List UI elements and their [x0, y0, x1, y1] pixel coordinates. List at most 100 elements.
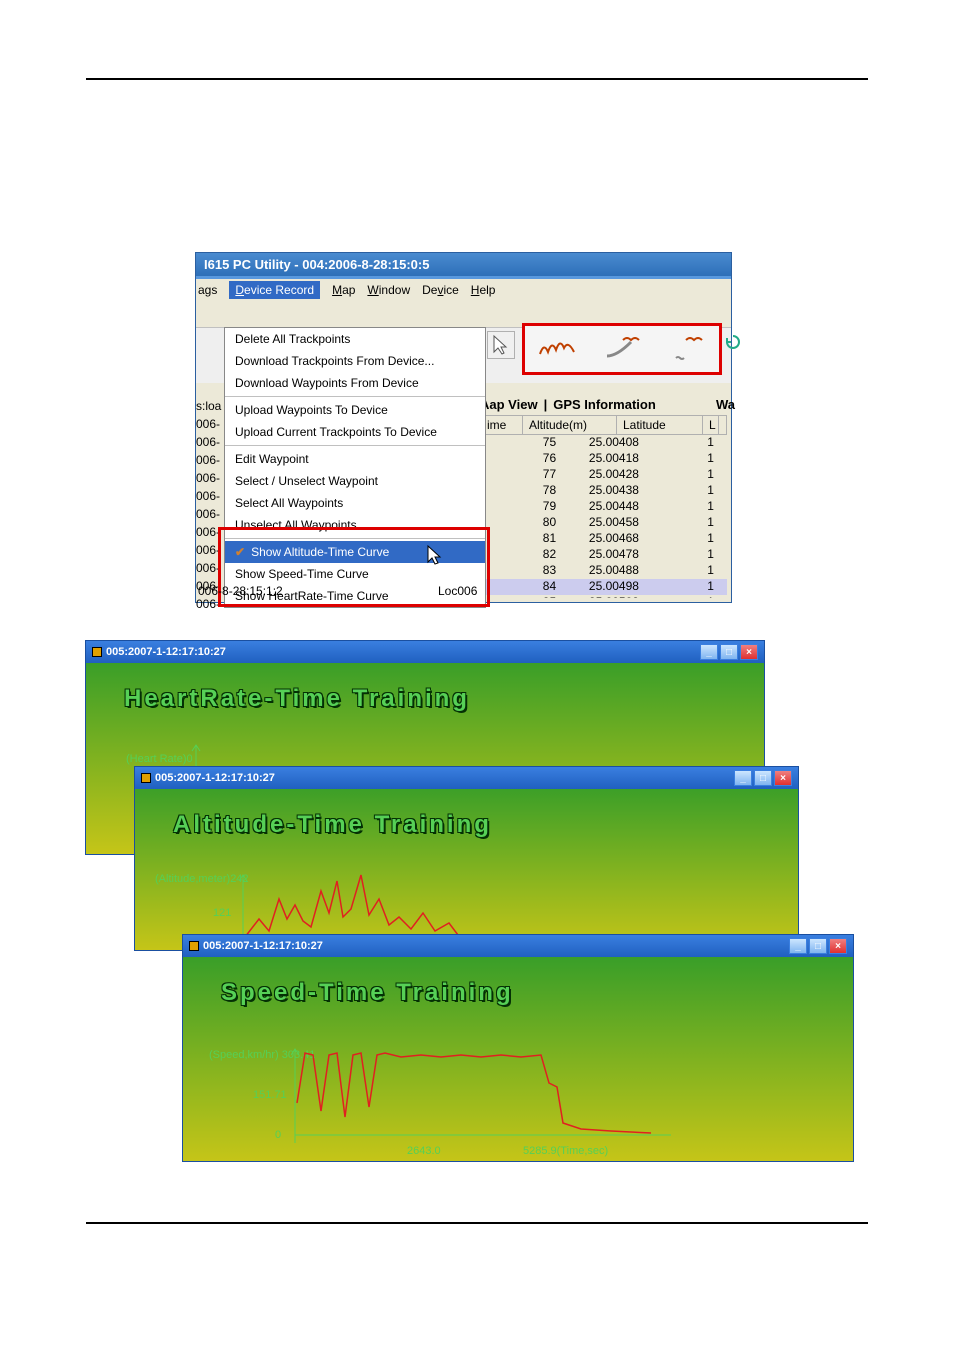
- maximize-button[interactable]: □: [754, 770, 772, 786]
- toolbar-button-pointer[interactable]: [487, 331, 515, 359]
- page-header-rule: [86, 78, 868, 80]
- close-button[interactable]: ×: [829, 938, 847, 954]
- titlebar[interactable]: 005:2007-1-12:17:10:27 _ □ ×: [86, 641, 764, 663]
- menu-delete-all-trackpoints[interactable]: Delete All Trackpoints: [225, 328, 485, 350]
- menu-upload-trackpoints[interactable]: Upload Current Trackpoints To Device: [225, 421, 485, 443]
- sloa-label: s:loa: [196, 397, 226, 415]
- window-title: I615 PC Utility - 004:2006-8-28:15:0:5: [196, 253, 731, 276]
- menu-help[interactable]: Help: [471, 283, 496, 297]
- left-006-item: 006-: [196, 415, 226, 433]
- cell-latitude: 25.00438: [589, 483, 707, 499]
- speed-curve-icon[interactable]: [602, 329, 642, 369]
- menu-separator: [225, 538, 485, 539]
- table-row[interactable]: 7725.004281: [480, 467, 727, 483]
- menu-show-altitude-label: Show Altitude-Time Curve: [251, 545, 389, 559]
- toolbar-curve-buttons: [522, 323, 722, 375]
- toolbar-refresh-icon[interactable]: [724, 333, 742, 351]
- cell-altitude: 76: [480, 451, 589, 467]
- titlebar[interactable]: 005:2007-1-12:17:10:27 _ □ ×: [183, 935, 853, 957]
- left-006-item: 006-: [196, 487, 226, 505]
- cell-altitude: 79: [480, 499, 589, 515]
- col-latitude[interactable]: Latitude: [617, 416, 703, 434]
- cell-l: 1: [707, 515, 727, 531]
- menu-unselect-all-waypoints[interactable]: Unselect All Waypoints: [225, 514, 485, 536]
- cell-l: 1: [707, 579, 727, 595]
- cell-l: 1: [707, 435, 727, 451]
- table-row[interactable]: 7825.004381: [480, 483, 727, 499]
- cell-l: 1: [707, 499, 727, 515]
- table-row[interactable]: 8225.004781: [480, 547, 727, 563]
- close-button[interactable]: ×: [740, 644, 758, 660]
- maximize-button[interactable]: □: [720, 644, 738, 660]
- table-header: ime Altitude(m) Latitude L: [480, 415, 727, 435]
- menu-separator: [225, 396, 485, 397]
- menu-ags[interactable]: ags: [198, 283, 217, 297]
- maximize-button[interactable]: □: [809, 938, 827, 954]
- left-006-item: 006-: [196, 541, 226, 559]
- speed-chart-window: 005:2007-1-12:17:10:27 _ □ × Speed-Time …: [182, 934, 854, 1162]
- left-006-item: 006-: [196, 559, 226, 577]
- table-row[interactable]: 8525.005081: [480, 595, 727, 598]
- minimize-button[interactable]: _: [789, 938, 807, 954]
- table-row[interactable]: 8125.004681: [480, 531, 727, 547]
- tab-wa[interactable]: Wa: [716, 397, 735, 412]
- col-l[interactable]: L: [703, 416, 719, 434]
- left-006-item: 006-: [196, 523, 226, 541]
- left-006-item: 006-: [196, 505, 226, 523]
- titlebar[interactable]: 005:2007-1-12:17:10:27 _ □ ×: [135, 767, 798, 789]
- window-title-label: 005:2007-1-12:17:10:27: [203, 940, 323, 952]
- menu-device[interactable]: Device: [422, 283, 459, 297]
- minimize-button[interactable]: _: [700, 644, 718, 660]
- chart-body: Speed-Time Training (Speed,km/hr) 303.41…: [183, 957, 853, 1161]
- speed-line: [291, 1043, 691, 1153]
- cell-latitude: 25.00508: [589, 595, 707, 598]
- table-row[interactable]: 7525.004081: [480, 435, 727, 451]
- menu-show-speed-curve[interactable]: Show Speed-Time Curve: [225, 563, 485, 585]
- col-altitude[interactable]: Altitude(m): [523, 416, 617, 434]
- cell-l: 1: [707, 467, 727, 483]
- menu-map[interactable]: Map: [332, 283, 355, 297]
- menu-select-unselect-waypoint[interactable]: Select / Unselect Waypoint: [225, 470, 485, 492]
- checkmark-icon: ✔: [235, 545, 245, 559]
- cell-latitude: 25.00478: [589, 547, 707, 563]
- minimize-button[interactable]: _: [734, 770, 752, 786]
- table-row[interactable]: 7625.004181: [480, 451, 727, 467]
- heartrate-curve-icon[interactable]: [667, 329, 707, 369]
- tab-map-view[interactable]: Aap View: [480, 397, 538, 412]
- menu-download-trackpoints[interactable]: Download Trackpoints From Device...: [225, 350, 485, 372]
- window-title-label: 005:2007-1-12:17:10:27: [155, 772, 275, 784]
- table-row[interactable]: 8325.004881: [480, 563, 727, 579]
- menu-upload-waypoints[interactable]: Upload Waypoints To Device: [225, 399, 485, 421]
- cell-altitude: 85: [480, 595, 589, 598]
- table-row[interactable]: 8425.004981: [480, 579, 727, 595]
- chart-heading: Speed-Time Training: [183, 957, 853, 1007]
- cell-l: 1: [707, 547, 727, 563]
- y-tick: 121: [213, 907, 231, 919]
- menu-download-waypoints[interactable]: Download Waypoints From Device: [225, 372, 485, 394]
- menu-select-all-waypoints[interactable]: Select All Waypoints: [225, 492, 485, 514]
- altitude-curve-icon[interactable]: [537, 329, 577, 369]
- close-button[interactable]: ×: [774, 770, 792, 786]
- cell-altitude: 81: [480, 531, 589, 547]
- table-row[interactable]: 8025.004581: [480, 515, 727, 531]
- cell-l: 1: [707, 451, 727, 467]
- menu-device-record[interactable]: Device Record: [229, 281, 320, 299]
- cell-latitude: 25.00448: [589, 499, 707, 515]
- col-ime[interactable]: ime: [481, 416, 523, 434]
- cell-l: 1: [707, 563, 727, 579]
- menu-window[interactable]: Window: [367, 283, 410, 297]
- left-column: s:loa 006-006-006-006-006-006-006-006-00…: [196, 397, 226, 613]
- table-row[interactable]: 7925.004481: [480, 499, 727, 515]
- cell-altitude: 84: [480, 579, 589, 595]
- menu-show-altitude-curve[interactable]: ✔ Show Altitude-Time Curve: [225, 541, 485, 563]
- cell-l: 1: [707, 531, 727, 547]
- table-rows: 7525.0040817625.0041817725.0042817825.00…: [480, 435, 727, 598]
- menu-edit-waypoint[interactable]: Edit Waypoint: [225, 448, 485, 470]
- cell-latitude: 25.00428: [589, 467, 707, 483]
- cell-latitude: 25.00498: [589, 579, 707, 595]
- tab-gps-info[interactable]: GPS Information: [553, 397, 656, 412]
- window-icon: [141, 773, 151, 783]
- cell-latitude: 25.00408: [589, 435, 707, 451]
- cell-altitude: 82: [480, 547, 589, 563]
- cell-l: 1: [707, 483, 727, 499]
